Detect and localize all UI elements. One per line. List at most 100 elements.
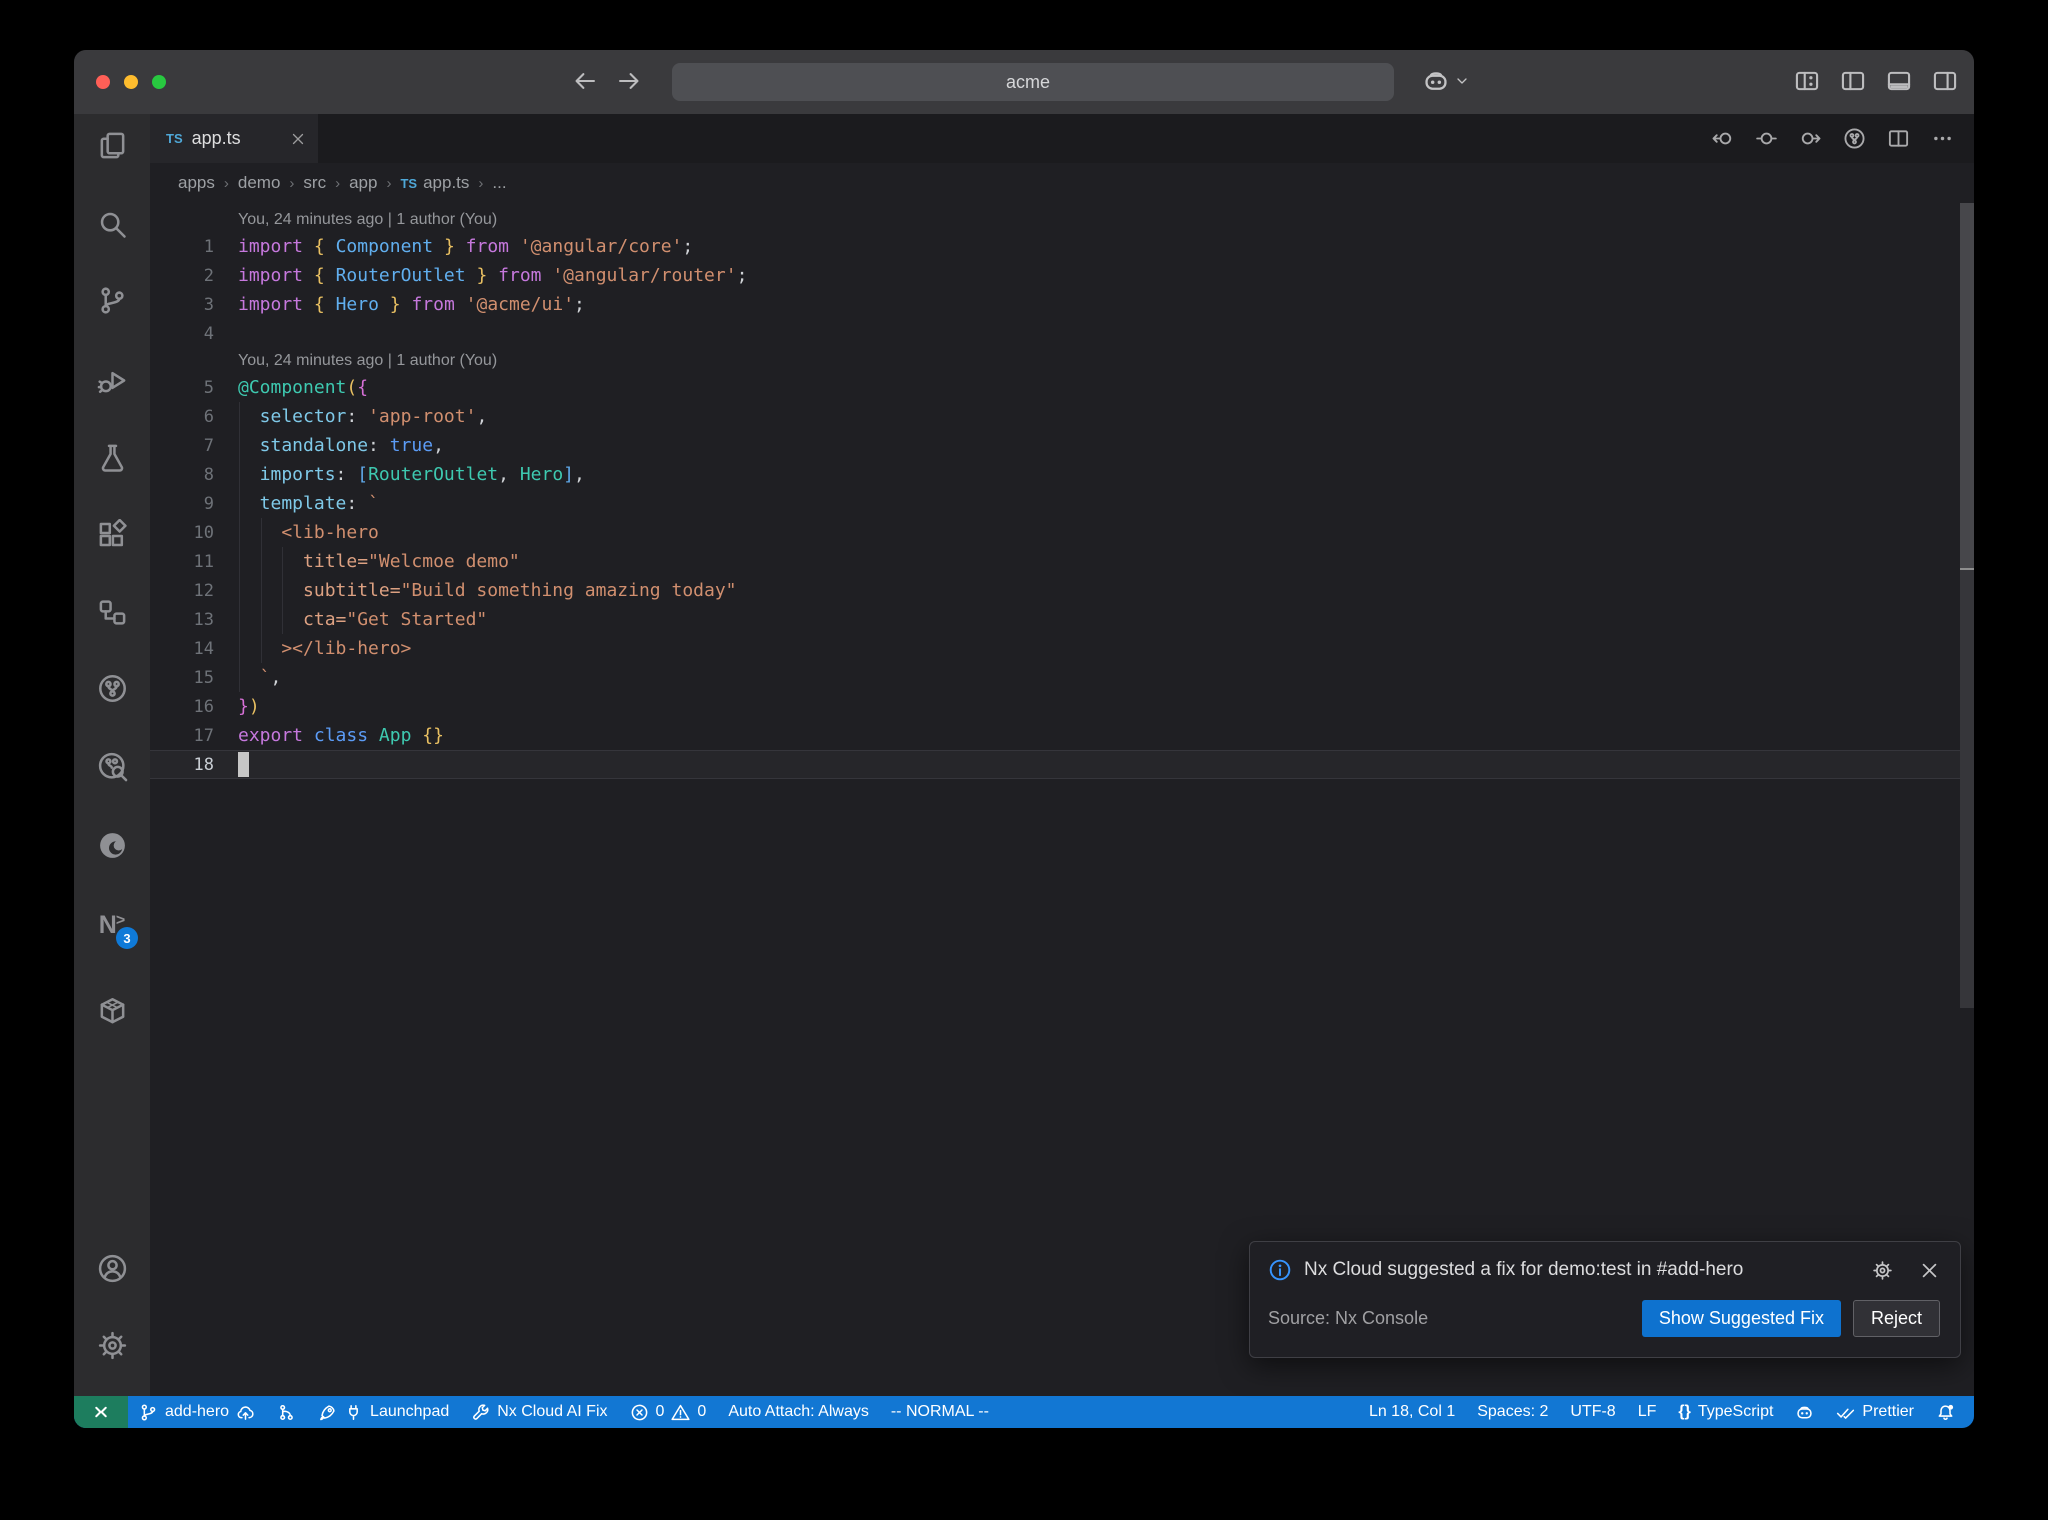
code-line-15: 15 `, (193, 667, 282, 688)
notification-close-icon[interactable] (1919, 1260, 1940, 1281)
status-cursor-position[interactable]: Ln 18, Col 1 (1358, 1396, 1466, 1428)
command-center-search[interactable] (672, 63, 1394, 101)
status-indentation[interactable]: Spaces: 2 (1466, 1396, 1559, 1428)
activity-item-testing[interactable] (92, 437, 132, 477)
breadcrumb-item-src[interactable]: src (303, 173, 326, 193)
activity-item-run-debug[interactable] (92, 360, 132, 400)
tab-label: app.ts (191, 128, 241, 148)
code-line-10: 10 <lib-hero (193, 522, 379, 543)
status-bar: add-hero Launchpad Nx Cloud AI Fix 0 0 Auto A… (74, 1396, 1974, 1428)
close-tab-icon[interactable] (290, 131, 306, 147)
git-graph-icon (277, 1403, 296, 1422)
copilot-icon (1795, 1403, 1814, 1422)
status-launchpad[interactable]: Launchpad (307, 1396, 460, 1428)
indent-guide (239, 402, 240, 692)
status-text: 0 (697, 1403, 707, 1420)
breadcrumb-item-demo[interactable]: demo (238, 173, 281, 193)
status-text: Auto Attach: Always (728, 1403, 869, 1420)
zoom-window-button[interactable] (152, 75, 166, 89)
remote-indicator[interactable] (74, 1396, 128, 1428)
breadcrumb-item-appts[interactable]: TS app.ts (400, 173, 469, 193)
split-editor-icon[interactable] (1887, 127, 1910, 150)
code-line-14: 14 ></lib-hero> (193, 638, 412, 659)
scrollbar-thumb[interactable] (1960, 203, 1974, 568)
editor-cursor (238, 752, 249, 777)
breadcrumb-item-app[interactable]: app (349, 173, 377, 193)
minimize-window-button[interactable] (124, 75, 138, 89)
notification-toast: Nx Cloud suggested a fix for demo:test i… (1249, 1241, 1961, 1358)
breadcrumb-separator: › (386, 174, 392, 192)
breadcrumb-separator: › (289, 174, 295, 192)
notification-gear-icon[interactable] (1872, 1260, 1893, 1281)
code-line-11: 11 title="Welcmoe demo" (193, 551, 520, 572)
status-text: -- NORMAL -- (890, 1403, 989, 1420)
ellipsis-icon[interactable] (1931, 127, 1954, 150)
status-language-mode[interactable]: {} TypeScript (1667, 1396, 1784, 1428)
indent-guide (282, 547, 284, 634)
tab-app-ts[interactable]: TS app.ts (150, 114, 318, 163)
activity-item-nx-console[interactable]: N >3 (92, 905, 138, 949)
status-formatter-prettier[interactable]: Prettier (1825, 1396, 1925, 1428)
status-eol[interactable]: LF (1627, 1396, 1668, 1428)
layout-panel-icon[interactable] (1886, 68, 1912, 94)
status-text: TypeScript (1697, 1403, 1774, 1420)
code-line-16: 16}) (193, 696, 260, 717)
reject-button[interactable]: Reject (1852, 1300, 1940, 1337)
activity-item-settings[interactable] (92, 1325, 132, 1365)
code-line-3: 3 import { Hero } from '@acme/ui'; (203, 294, 585, 315)
editor-actions (1711, 114, 1974, 163)
status-branch-add-hero[interactable]: add-hero (128, 1396, 266, 1428)
status-nx-cloud-ai-fix[interactable]: Nx Cloud AI Fix (460, 1396, 618, 1428)
nx-badge: 3 (116, 927, 138, 949)
activity-item-gitlens-search[interactable] (92, 746, 132, 786)
activity-item-explorer[interactable] (92, 125, 132, 165)
status-git-graph[interactable] (266, 1396, 307, 1428)
breadcrumb-item-apps[interactable]: apps (178, 173, 215, 193)
status-encoding[interactable]: UTF-8 (1559, 1396, 1626, 1428)
close-window-button[interactable] (96, 75, 110, 89)
gitlens-graph-icon[interactable] (1843, 127, 1866, 150)
status-text: Nx Cloud AI Fix (497, 1403, 608, 1420)
customize-layout-icon[interactable] (1794, 68, 1820, 94)
blame-annotation: You, 24 minutes ago | 1 author (You) (238, 210, 498, 228)
activity-item-project-structure[interactable] (92, 592, 132, 632)
show-suggested-fix-button[interactable]: Show Suggested Fix (1641, 1300, 1841, 1337)
plug-icon (344, 1403, 363, 1422)
activity-item-containers[interactable] (92, 990, 132, 1030)
activity-item-source-control[interactable] (92, 280, 132, 320)
gitlens-next-change-icon[interactable] (1799, 127, 1822, 150)
layout-sidebar-right-icon[interactable] (1932, 68, 1958, 94)
status-text: 0 (655, 1403, 665, 1420)
remote-icon (91, 1402, 111, 1422)
code-line-9: 9 template: ` (203, 493, 379, 514)
status-vim-mode[interactable]: -- NORMAL -- (880, 1396, 1000, 1428)
search-input[interactable] (1006, 71, 1068, 93)
vscode-window: N>3 TS app.ts apps›demo›src›app›TSapp.ts… (74, 50, 1974, 1428)
activity-item-edge-browser[interactable] (92, 825, 132, 865)
activity-item-accounts[interactable] (92, 1248, 132, 1288)
gitlens-prev-change-icon[interactable] (1711, 127, 1734, 150)
status-notifications-bell[interactable] (1925, 1396, 1966, 1428)
activity-item-search[interactable] (92, 204, 132, 244)
activity-item-gitlens[interactable] (92, 668, 132, 708)
error-icon (630, 1403, 649, 1422)
breadcrumb: apps › demo › src › app › TS app.ts ›... (150, 163, 1974, 203)
title-bar (74, 50, 1974, 114)
code-line-6: 6 selector: 'app-root', (203, 406, 488, 427)
typescript-file-icon: TS (400, 175, 418, 191)
arrow-left-icon[interactable] (572, 68, 598, 94)
wrench-icon (471, 1403, 490, 1422)
indent-guide (260, 518, 262, 663)
code-editor[interactable]: You, 24 minutes ago | 1 author (You) 1 imp… (150, 203, 1974, 1396)
gitlens-changes-icon[interactable] (1755, 127, 1778, 150)
status-copilot-status[interactable] (1784, 1396, 1825, 1428)
chevron-down-icon (1454, 73, 1470, 89)
activity-item-extensions[interactable] (92, 514, 132, 554)
status-auto-attach[interactable]: Auto Attach: Always (717, 1396, 880, 1428)
layout-sidebar-left-icon[interactable] (1840, 68, 1866, 94)
copilot-menu[interactable] (1422, 67, 1470, 95)
breadcrumb-item-[interactable]: ... (492, 173, 506, 193)
arrow-right-icon[interactable] (616, 68, 642, 94)
status-problems[interactable]: 00 (619, 1396, 718, 1428)
code-line-18: 18 (150, 750, 1974, 779)
